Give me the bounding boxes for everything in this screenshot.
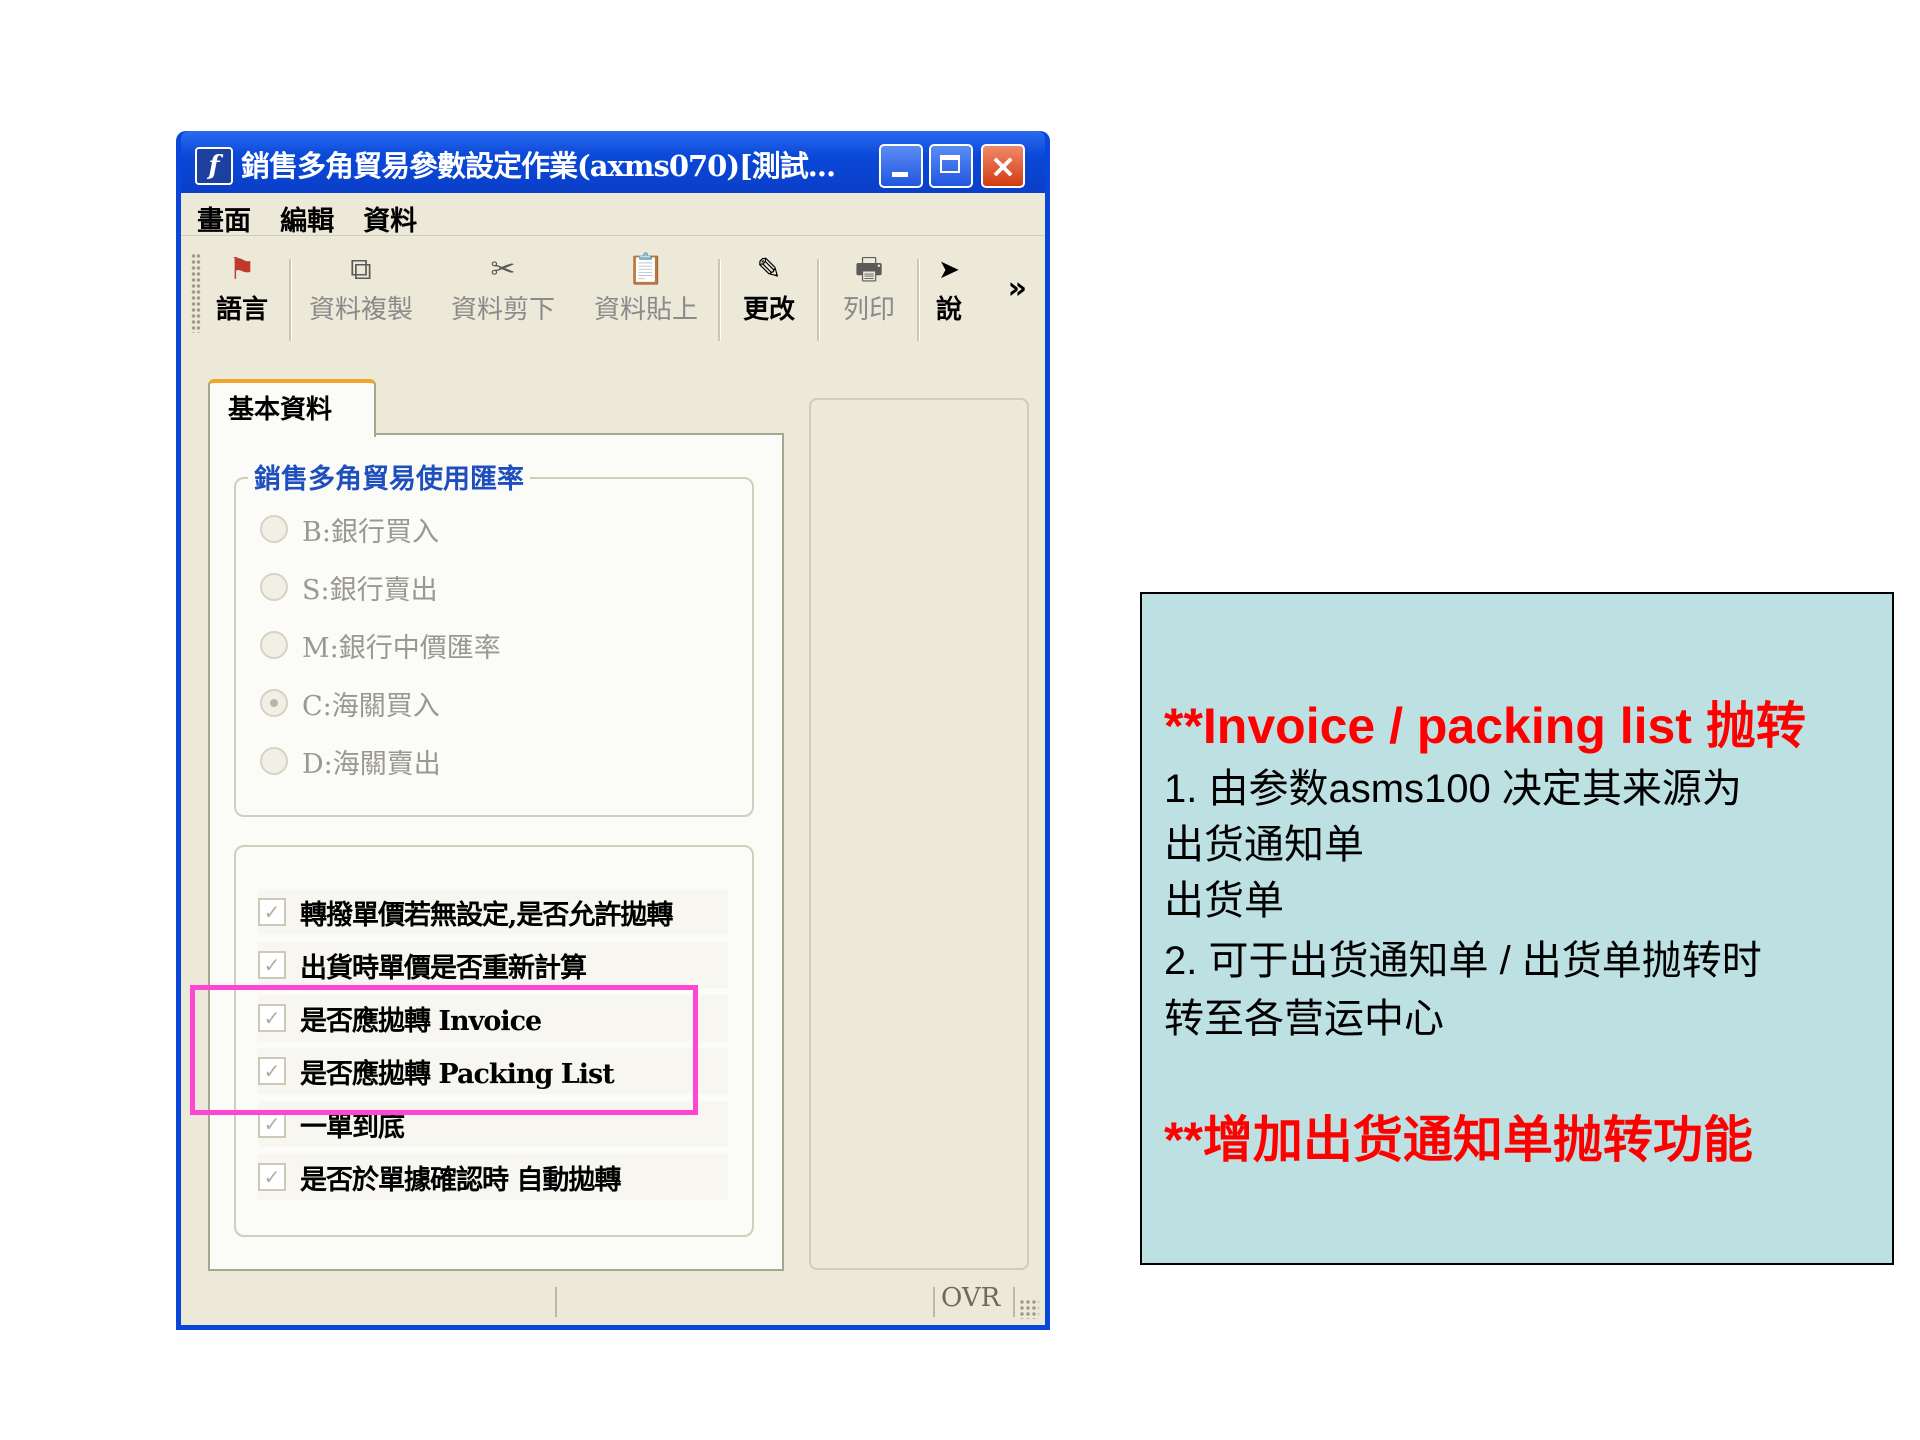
radio-button[interactable] <box>260 689 288 717</box>
radio-customs-buy[interactable]: C:海關買入 <box>260 683 440 723</box>
close-button[interactable]: × <box>981 144 1025 188</box>
close-icon: × <box>989 147 1017 185</box>
tab-basic-data[interactable]: 基本資料 <box>208 379 376 437</box>
window-title: 銷售多角貿易參數設定作業(axms070)[測試... <box>241 149 836 183</box>
toolbar-separator <box>289 259 292 341</box>
radio-label: B:銀行買入 <box>302 516 439 548</box>
toolbar-separator <box>917 259 920 341</box>
copy-data-label: 資料複製 <box>308 295 413 325</box>
exchange-rate-group: 銷售多角貿易使用匯率 B:銀行買入 S:銀行賣出 M:銀行中價匯率 C:海關買入 <box>234 457 754 817</box>
help-label: 說 <box>935 295 962 325</box>
radio-bank-buy[interactable]: B:銀行買入 <box>260 509 439 549</box>
radio-button[interactable] <box>260 747 288 775</box>
paste-data-label: 資料貼上 <box>593 295 698 325</box>
minimize-button[interactable] <box>879 144 923 188</box>
maximize-icon <box>940 155 960 173</box>
pencil-icon: ✎ <box>756 252 782 287</box>
menu-screen[interactable]: 畫面 <box>181 193 259 238</box>
annotation-line: 转至各营运中心 <box>1164 997 1444 1041</box>
checkbox[interactable]: ✓ <box>258 898 286 926</box>
check-label: 是否於單據確認時 自動拋轉 <box>300 1164 621 1196</box>
check-label: 轉撥單價若無設定,是否允許拋轉 <box>300 899 673 931</box>
title-bar[interactable]: f 銷售多角貿易參數設定作業(axms070)[測試... × <box>181 131 1045 193</box>
toolbar-separator <box>817 259 820 341</box>
toolbar-separator <box>718 259 721 341</box>
menu-bar: 畫面 編輯 資料 <box>181 193 1045 238</box>
modify-label: 更改 <box>742 295 795 325</box>
copy-icon: ⧉ <box>350 252 372 287</box>
radio-bank-sell[interactable]: S:銀行賣出 <box>260 567 438 607</box>
pointer-icon: ➤ <box>938 255 960 285</box>
annotation-box: **Invoice / packing list 抛转 1. 由参数asms10… <box>1140 592 1894 1265</box>
check-recalc-price[interactable]: ✓ 出貨時單價是否重新計算 <box>258 942 728 988</box>
radio-bank-middle[interactable]: M:銀行中價匯率 <box>260 625 501 665</box>
radio-label: M:銀行中價匯率 <box>302 632 501 664</box>
toolbar-overflow-icon[interactable]: » <box>1008 271 1027 306</box>
checkbox[interactable]: ✓ <box>258 951 286 979</box>
radio-label: D:海關賣出 <box>302 748 441 780</box>
radio-label: S:銀行賣出 <box>302 574 438 606</box>
menu-edit[interactable]: 編輯 <box>264 193 342 238</box>
maximize-button[interactable] <box>929 144 973 188</box>
tab-panel: 銷售多角貿易使用匯率 B:銀行買入 S:銀行賣出 M:銀行中價匯率 C:海關買入 <box>208 433 784 1271</box>
status-divider <box>933 1287 935 1317</box>
check-auto-transfer[interactable]: ✓ 是否於單據確認時 自動拋轉 <box>258 1154 728 1200</box>
check-label: 出貨時單價是否重新計算 <box>300 952 587 984</box>
annotation-heading: **Invoice / packing list 抛转 <box>1164 698 1806 754</box>
exchange-rate-group-title: 銷售多角貿易使用匯率 <box>248 457 530 496</box>
annotation-line: 出货单 <box>1164 879 1284 923</box>
annotation-line: 出货通知单 <box>1164 823 1364 867</box>
checkbox[interactable]: ✓ <box>258 1163 286 1191</box>
menu-data[interactable]: 資料 <box>347 193 425 238</box>
highlight-box <box>190 985 698 1115</box>
flag-icon: ⚑ <box>228 252 256 287</box>
clipboard-icon: 📋 <box>627 252 665 287</box>
window-client: 畫面 編輯 資料 ⚑ 語言 ⧉ 資料複製 ✂ 資料剪下 📋 資料貼上 ✎ 更改 … <box>181 193 1045 1325</box>
copy-data-button[interactable]: ⧉ 資料複製 <box>301 251 421 326</box>
language-button[interactable]: ⚑ 語言 <box>207 251 277 326</box>
annotation-line: 1. 由参数asms100 决定其来源为 <box>1164 767 1742 811</box>
app-logo-icon: f <box>195 147 233 185</box>
toolbar-grip[interactable] <box>191 253 201 333</box>
side-panel <box>809 398 1029 1270</box>
radio-label: C:海關買入 <box>302 690 440 722</box>
paste-data-button[interactable]: 📋 資料貼上 <box>586 251 706 326</box>
resize-grip-icon[interactable] <box>1019 1299 1039 1319</box>
language-label: 語言 <box>215 295 268 325</box>
printer-icon: 🖶 <box>854 252 884 287</box>
annotation-footer: **增加出货通知单抛转功能 <box>1164 1112 1753 1168</box>
cut-data-label: 資料剪下 <box>450 295 555 325</box>
annotation-line: 2. 可于出货通知单 / 出货单抛转时 <box>1164 939 1762 983</box>
check-allow-transfer[interactable]: ✓ 轉撥單價若無設定,是否允許拋轉 <box>258 889 728 935</box>
status-divider <box>555 1287 557 1317</box>
radio-customs-sell[interactable]: D:海關賣出 <box>260 741 441 781</box>
radio-button[interactable] <box>260 515 288 543</box>
status-divider <box>1013 1287 1015 1317</box>
radio-button[interactable] <box>260 573 288 601</box>
overwrite-indicator: OVR <box>941 1283 1001 1313</box>
print-label: 列印 <box>842 295 895 325</box>
help-button[interactable]: ➤ 說 <box>929 251 969 326</box>
print-button[interactable]: 🖶 列印 <box>829 251 909 326</box>
radio-button[interactable] <box>260 631 288 659</box>
toolbar: ⚑ 語言 ⧉ 資料複製 ✂ 資料剪下 📋 資料貼上 ✎ 更改 🖶 列印 ➤ 說 … <box>181 241 1045 343</box>
modify-button[interactable]: ✎ 更改 <box>729 251 809 326</box>
scissors-icon: ✂ <box>490 252 516 287</box>
app-window: f 銷售多角貿易參數設定作業(axms070)[測試... × 畫面 編輯 資料… <box>176 131 1050 1330</box>
status-bar: OVR <box>181 1275 1045 1325</box>
minimize-icon <box>892 172 908 177</box>
cut-data-button[interactable]: ✂ 資料剪下 <box>443 251 563 326</box>
